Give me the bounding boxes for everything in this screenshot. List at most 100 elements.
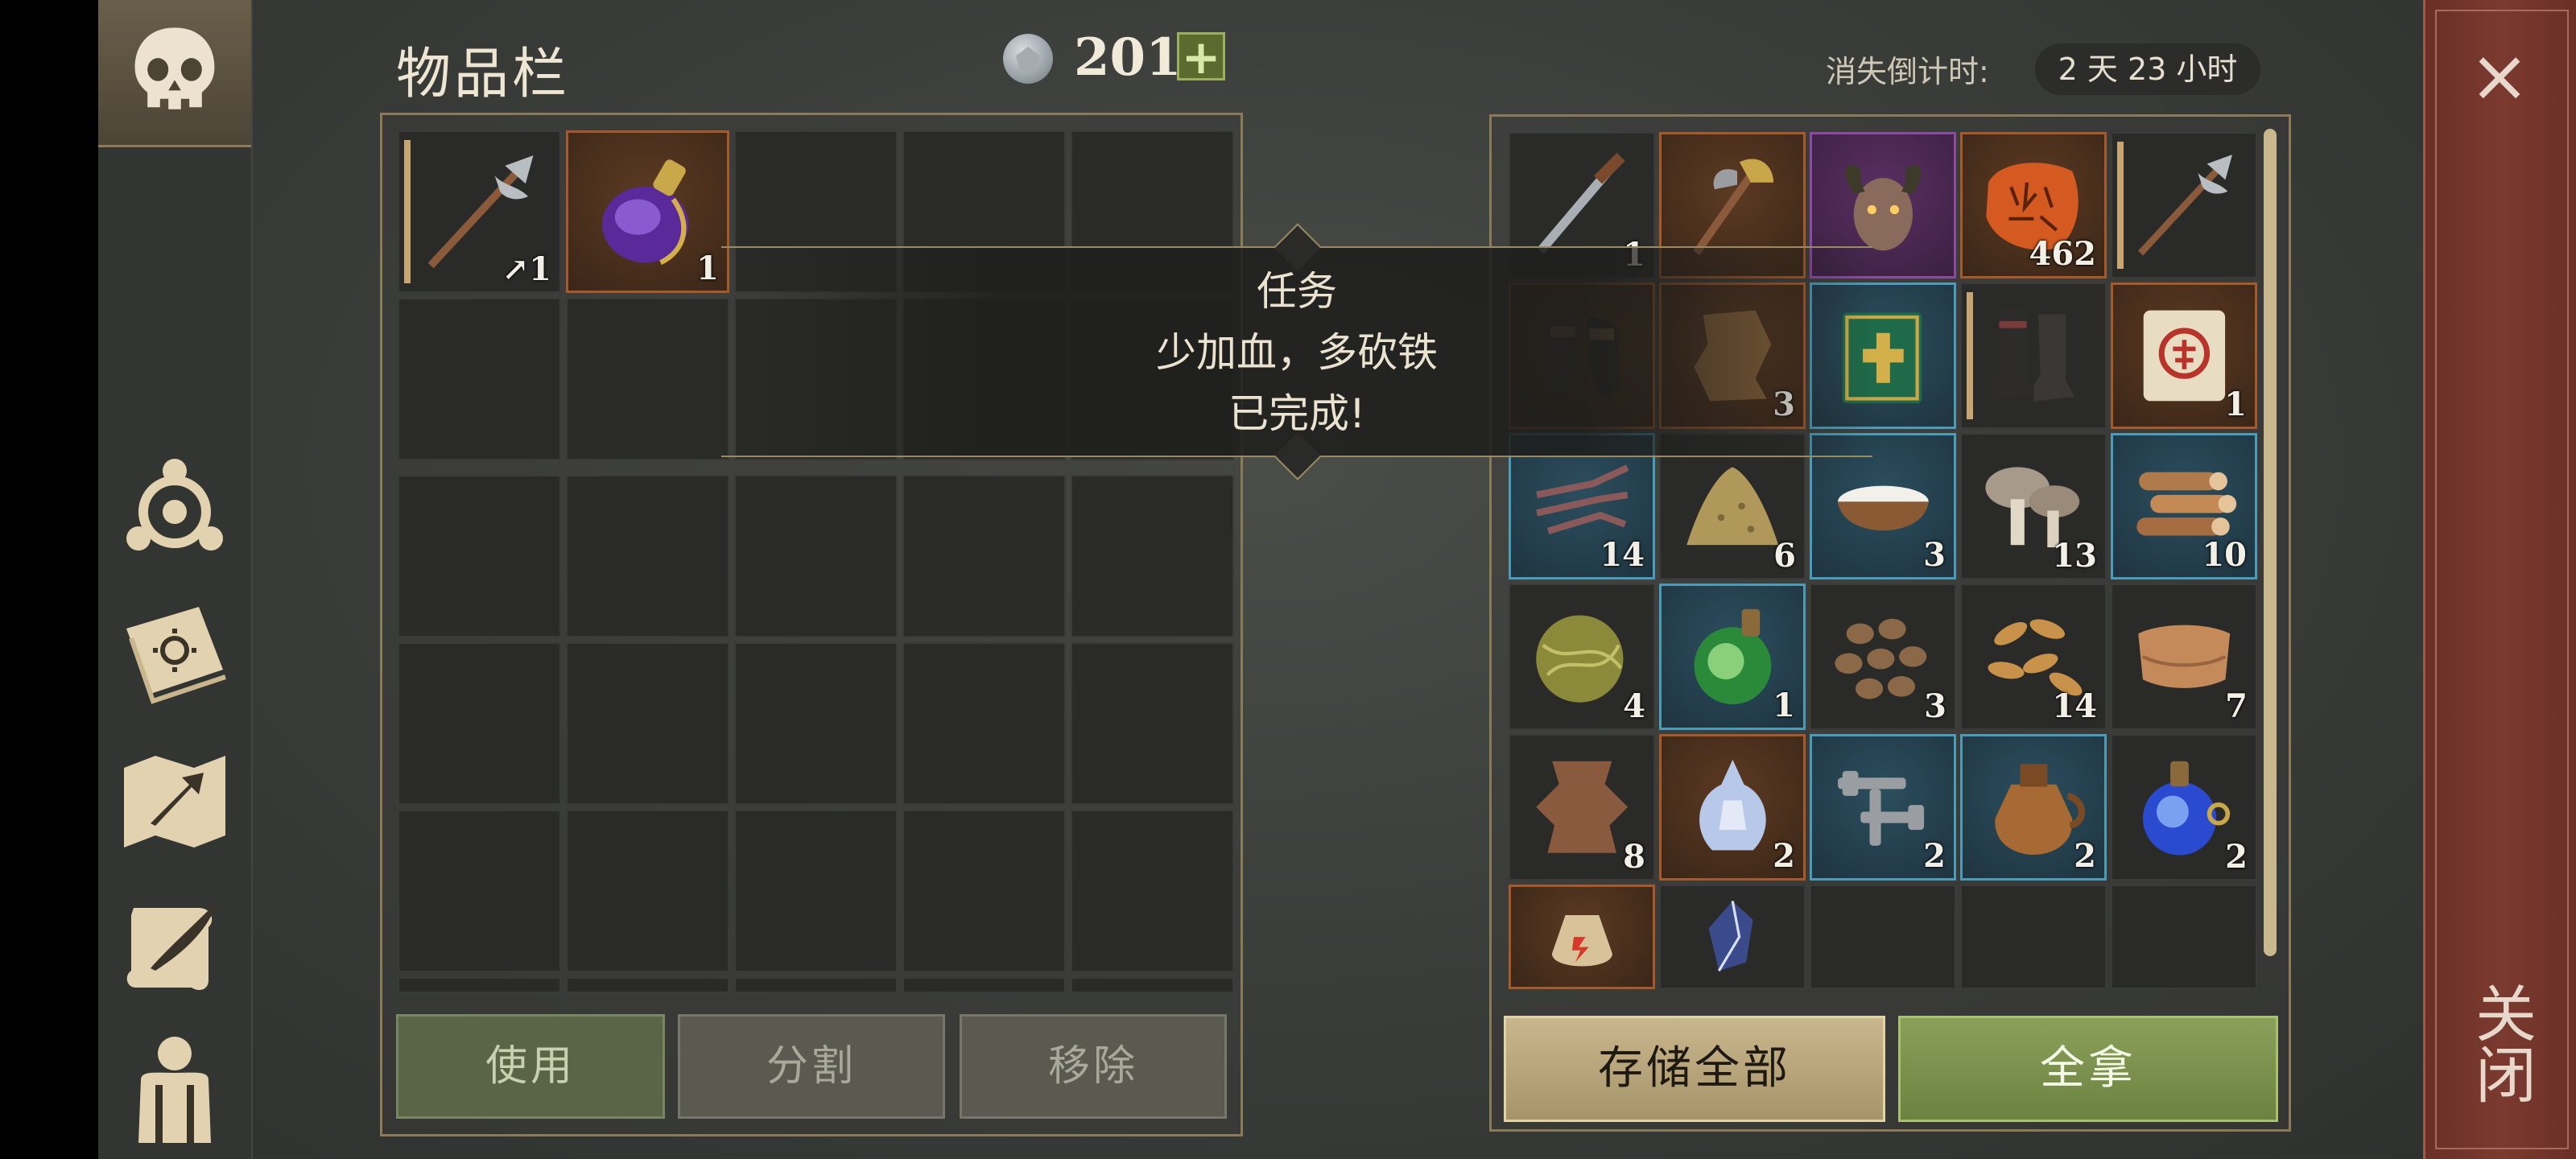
item-count: 4 bbox=[1623, 687, 1645, 725]
item-count: 2 bbox=[1923, 837, 1946, 875]
remove-button[interactable]: 移除 bbox=[960, 1014, 1227, 1119]
item-count: 1 bbox=[2224, 386, 2247, 423]
item-count: 3 bbox=[1924, 687, 1946, 725]
item-count: 14 bbox=[1600, 536, 1645, 574]
inventory-slot-empty[interactable] bbox=[1071, 642, 1234, 805]
inventory-slot-empty[interactable] bbox=[902, 977, 1066, 993]
currency-icon bbox=[1003, 34, 1053, 84]
storage-slot[interactable]: 2 bbox=[2111, 734, 2257, 881]
inventory-slot-empty[interactable] bbox=[902, 642, 1066, 805]
timer-value: 2 天 23 小时 bbox=[2035, 43, 2260, 95]
storage-slot-empty[interactable] bbox=[1960, 885, 2107, 989]
currency-amount: 201 bbox=[1074, 27, 1182, 88]
tooltip-line-3: 已完成! bbox=[1228, 390, 1366, 437]
storage-scrollbar-thumb[interactable] bbox=[2264, 129, 2277, 956]
inventory-slot-empty[interactable] bbox=[734, 810, 898, 972]
inventory-slot-empty[interactable] bbox=[1071, 475, 1234, 637]
map-arrow-icon bbox=[124, 756, 225, 848]
storage-slot[interactable]: 8 bbox=[1509, 734, 1655, 881]
beans-icon bbox=[1835, 619, 1927, 699]
inventory-slot-empty[interactable] bbox=[566, 475, 729, 637]
item-count: 2 bbox=[2074, 837, 2096, 875]
item-count: 13 bbox=[2052, 537, 2097, 575]
inventory-slot[interactable]: 1 bbox=[566, 130, 729, 293]
inventory-slot-empty[interactable] bbox=[734, 642, 898, 805]
item-count: 3 bbox=[1923, 536, 1946, 574]
inventory-slot-empty[interactable] bbox=[734, 475, 898, 637]
use-button[interactable]: 使用 bbox=[396, 1014, 665, 1119]
storage-slot[interactable]: 7 bbox=[2111, 584, 2257, 730]
quest-complete-tooltip: 任务 少加血，多砍铁 已完成! bbox=[721, 223, 1872, 481]
hide-icon bbox=[1536, 761, 1628, 853]
take-all-button[interactable]: 全拿 bbox=[1898, 1016, 2278, 1122]
cloth-icon bbox=[2138, 625, 2230, 689]
inventory-slot[interactable]: ↗1 bbox=[398, 130, 561, 293]
sun-book-icon bbox=[126, 607, 226, 704]
sidebar-item-emblem[interactable] bbox=[106, 439, 243, 575]
inventory-slot-empty[interactable] bbox=[398, 810, 561, 972]
item-count: 1 bbox=[1773, 687, 1795, 724]
storage-slot[interactable] bbox=[1509, 885, 1655, 989]
storage-slot-empty[interactable] bbox=[2111, 885, 2257, 989]
fiber-ball-icon bbox=[1536, 615, 1624, 703]
storage-slot[interactable]: 462 bbox=[1960, 132, 2107, 278]
item-count: ↗1 bbox=[502, 250, 551, 288]
storage-slot[interactable]: 2 bbox=[1960, 734, 2107, 881]
tooltip-line-1: 任务 bbox=[1257, 268, 1337, 315]
blue-potion-icon bbox=[2142, 761, 2230, 856]
storage-slot[interactable]: 1 bbox=[1659, 584, 1806, 730]
pouch-icon bbox=[1551, 914, 1612, 967]
close-icon[interactable]: × bbox=[2463, 40, 2536, 113]
item-count: 14 bbox=[2052, 687, 2097, 725]
skull-icon bbox=[134, 27, 215, 109]
storage-slot[interactable]: 13 bbox=[1960, 433, 2107, 580]
sidebar-item-crafting[interactable] bbox=[106, 731, 243, 868]
page-title: 物品栏 bbox=[396, 43, 571, 106]
storage-slot[interactable]: 3 bbox=[1810, 584, 1956, 730]
timer-label: 消失倒计时: bbox=[1826, 54, 1989, 89]
purple-potion-icon bbox=[601, 159, 688, 265]
storage-slot[interactable] bbox=[1960, 283, 2107, 429]
split-button[interactable]: 分割 bbox=[678, 1014, 945, 1119]
crystal-icon bbox=[1708, 901, 1753, 972]
item-count: 462 bbox=[2029, 235, 2097, 273]
inventory-slot-empty[interactable] bbox=[398, 642, 561, 805]
inventory-slot-empty[interactable] bbox=[902, 475, 1066, 637]
item-count: 1 bbox=[696, 250, 719, 287]
storage-slot-empty[interactable] bbox=[1810, 885, 1956, 989]
storage-slot[interactable] bbox=[1659, 885, 1806, 989]
inventory-slot-empty[interactable] bbox=[566, 298, 729, 460]
inventory-slot-empty[interactable] bbox=[566, 810, 729, 972]
item-count: 7 bbox=[2225, 687, 2248, 725]
storage-slot[interactable]: 10 bbox=[2111, 433, 2257, 580]
sidebar-item-quests[interactable] bbox=[106, 876, 243, 1013]
storage-slot[interactable]: 2 bbox=[1810, 734, 1956, 881]
item-count: 8 bbox=[1623, 838, 1645, 876]
storage-slot[interactable]: 4 bbox=[1509, 584, 1655, 730]
inventory-slot-empty[interactable] bbox=[566, 642, 729, 805]
storage-slot[interactable]: 14 bbox=[1960, 584, 2107, 730]
sidebar-item-character[interactable] bbox=[106, 1019, 243, 1156]
inventory-slot-empty[interactable] bbox=[1071, 810, 1234, 972]
boots-icon bbox=[1989, 310, 2075, 402]
item-count: 2 bbox=[1773, 837, 1795, 875]
sidebar-tab-inventory[interactable] bbox=[98, 0, 251, 147]
inventory-slot-empty[interactable] bbox=[902, 810, 1066, 972]
store-all-button[interactable]: 存储全部 bbox=[1504, 1016, 1885, 1122]
inventory-slot-empty[interactable] bbox=[1071, 977, 1234, 993]
inventory-slot-empty[interactable] bbox=[398, 475, 561, 637]
quill-scroll-icon bbox=[126, 901, 218, 990]
inventory-slot-empty[interactable] bbox=[734, 977, 898, 993]
storage-slot[interactable]: 1 bbox=[2111, 283, 2257, 429]
inventory-slot-empty[interactable] bbox=[398, 977, 561, 993]
add-currency-button[interactable]: + bbox=[1177, 32, 1225, 80]
tooltip-line-2: 少加血，多砍铁 bbox=[1156, 329, 1438, 376]
inventory-slot-empty[interactable] bbox=[398, 298, 561, 460]
storage-slot[interactable] bbox=[2111, 132, 2257, 278]
storage-slot[interactable]: 2 bbox=[1659, 734, 1806, 881]
halberd-icon bbox=[2137, 155, 2232, 256]
close-label[interactable]: 关闭 bbox=[2463, 982, 2537, 1104]
sidebar-item-journal[interactable] bbox=[106, 584, 243, 721]
inventory-slot-empty[interactable] bbox=[566, 977, 729, 993]
item-count: 6 bbox=[1773, 537, 1796, 575]
